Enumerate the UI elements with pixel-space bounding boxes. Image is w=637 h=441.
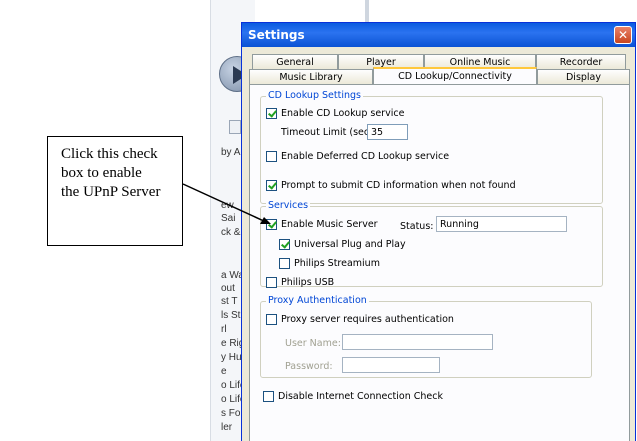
checkbox-box[interactable] (266, 180, 277, 191)
background-control-1[interactable] (229, 120, 241, 134)
background-text-fragment: y Hu (221, 352, 242, 363)
background-text-fragment: s Fo (221, 408, 241, 419)
background-divider (365, 0, 369, 22)
philips-streamium-checkbox[interactable]: Philips Streamium (279, 258, 380, 269)
callout-box: Click this check box to enable the UPnP … (47, 136, 183, 246)
background-text-fragment: Sai (221, 213, 236, 224)
tab-display[interactable]: Display (537, 69, 630, 84)
background-text-fragment: e (221, 366, 227, 377)
callout-line: box to enable (61, 165, 142, 181)
password-label: Password: (285, 361, 333, 372)
background-text-fragment: ler (221, 422, 233, 433)
disable-internet-check-checkbox[interactable]: Disable Internet Connection Check (263, 391, 443, 402)
upnp-checkbox[interactable]: Universal Plug and Play (279, 239, 406, 250)
background-text-fragment: rl (221, 324, 227, 335)
dialog-title: Settings (248, 28, 305, 42)
enable-cd-lookup-checkbox[interactable]: Enable CD Lookup service (266, 108, 404, 119)
tab-music-library[interactable]: Music Library (249, 69, 373, 84)
status-label: Status: (400, 221, 434, 232)
prompt-submit-checkbox[interactable]: Prompt to submit CD information when not… (266, 180, 516, 191)
checkbox-label: Enable Deferred CD Lookup service (281, 151, 450, 162)
password-input[interactable] (342, 357, 440, 373)
background-text-fragment: ck & (221, 227, 241, 238)
checkbox-label: Prompt to submit CD information when not… (281, 180, 516, 191)
checkbox-box[interactable] (279, 258, 290, 269)
checkbox-box[interactable] (266, 277, 277, 288)
checkbox-label: Universal Plug and Play (294, 239, 406, 250)
timeout-label: Timeout Limit (sec): (281, 127, 377, 138)
checkbox-label: Philips Streamium (294, 258, 380, 269)
checkbox-label: Proxy server requires authentication (281, 314, 454, 325)
checkbox-box[interactable] (266, 314, 277, 325)
tab-panel: CD Lookup Settings Enable CD Lookup serv… (249, 84, 630, 441)
checkbox-label: Enable Music Server (281, 219, 378, 230)
background-text-fragment: out (221, 283, 235, 294)
tab-general[interactable]: General (252, 54, 338, 69)
checkbox-label: Enable CD Lookup service (281, 108, 405, 119)
dialog-titlebar[interactable]: Settings ✕ (242, 23, 635, 47)
checkbox-box[interactable] (263, 391, 274, 402)
enable-music-server-checkbox[interactable]: Enable Music Server (266, 219, 378, 230)
status-field: Running (436, 216, 567, 232)
tab-cd-lookup-connectivity[interactable]: CD Lookup/Connectivity (373, 67, 537, 84)
username-label: User Name: (285, 338, 341, 349)
checkbox-label: Philips USB (281, 277, 335, 288)
timeout-input[interactable]: 35 (367, 124, 408, 140)
enable-deferred-checkbox[interactable]: Enable Deferred CD Lookup service (266, 151, 449, 162)
settings-dialog: Settings ✕ General Player Online Music R… (241, 22, 636, 441)
background-text-fragment: ew (221, 200, 234, 211)
group-title: CD Lookup Settings (266, 90, 363, 101)
checkbox-box[interactable] (279, 239, 290, 250)
username-input[interactable] (342, 334, 493, 350)
checkbox-box[interactable] (266, 219, 277, 230)
background-text-fragment: st T (221, 296, 238, 307)
checkbox-box[interactable] (266, 108, 277, 119)
checkbox-label: Disable Internet Connection Check (278, 391, 443, 402)
philips-usb-checkbox[interactable]: Philips USB (266, 277, 334, 288)
group-title: Services (266, 200, 311, 211)
background-text-fragment: ls St (221, 310, 241, 321)
group-title: Proxy Authentication (266, 295, 369, 306)
background-window-top (255, 0, 637, 22)
checkbox-box[interactable] (266, 151, 277, 162)
proxy-auth-checkbox[interactable]: Proxy server requires authentication (266, 314, 454, 325)
callout-line: Click this check (61, 146, 158, 162)
close-button[interactable]: ✕ (614, 26, 632, 44)
background-text-fragment: by A (221, 147, 241, 158)
tab-recorder[interactable]: Recorder (536, 54, 626, 69)
callout-line: the UPnP Server (61, 184, 161, 200)
close-icon: ✕ (617, 28, 629, 42)
